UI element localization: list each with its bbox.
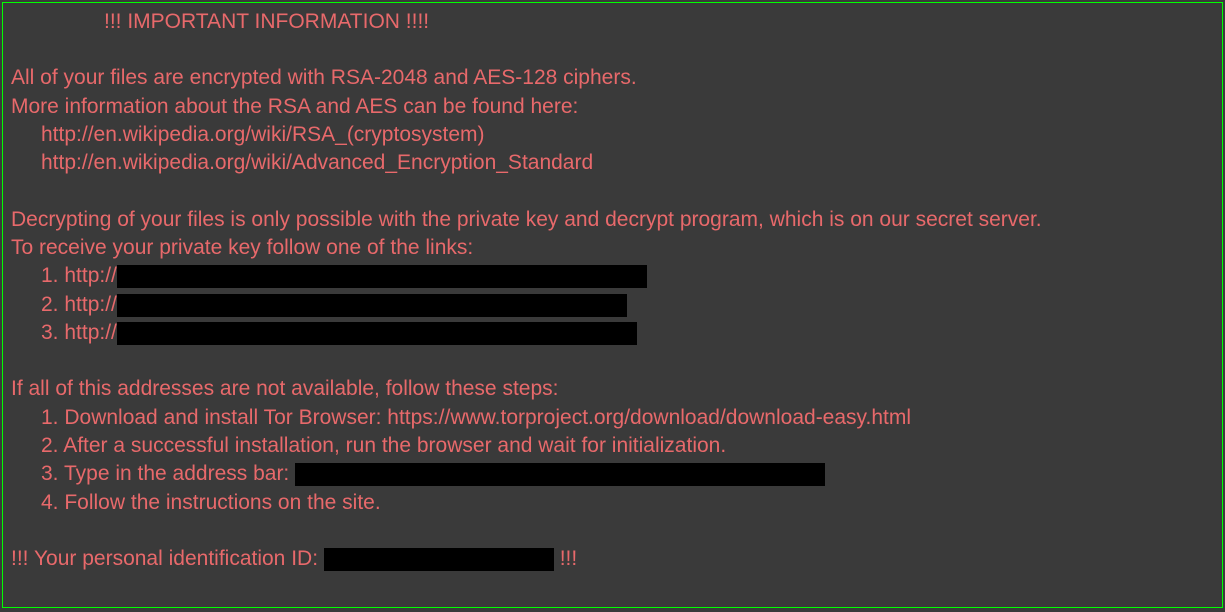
step-2: 2. After a successful installation, run … bbox=[41, 432, 1214, 460]
step-4: 4. Follow the instructions on the site. bbox=[41, 489, 1214, 517]
id-suffix: !!! bbox=[554, 547, 577, 570]
blank-line bbox=[11, 36, 1214, 64]
line-decrypt-info: Decrypting of your files is only possibl… bbox=[11, 206, 1214, 234]
redacted-id bbox=[324, 548, 554, 571]
line-receive-key: To receive your private key follow one o… bbox=[11, 234, 1214, 262]
blank-line bbox=[11, 517, 1214, 545]
link2-prefix: 2. http:// bbox=[41, 293, 117, 316]
ransom-note-frame: !!! IMPORTANT INFORMATION !!!! All of yo… bbox=[2, 2, 1223, 608]
redacted-url-3 bbox=[117, 322, 637, 345]
redacted-url-1 bbox=[117, 265, 647, 288]
redacted-url-2 bbox=[117, 294, 627, 317]
link1-prefix: 1. http:// bbox=[41, 264, 117, 287]
link3-prefix: 3. http:// bbox=[41, 321, 117, 344]
link-aes[interactable]: http://en.wikipedia.org/wiki/Advanced_En… bbox=[41, 149, 1214, 177]
redacted-tor-address bbox=[295, 463, 825, 486]
line-more-info: More information about the RSA and AES c… bbox=[11, 93, 1214, 121]
private-key-link-2[interactable]: 2. http:// bbox=[41, 291, 1214, 319]
id-prefix: !!! Your personal identification ID: bbox=[11, 547, 324, 570]
step-1: 1. Download and install Tor Browser: htt… bbox=[41, 404, 1214, 432]
personal-id-line: !!! Your personal identification ID: !!! bbox=[11, 545, 1214, 573]
line-unavailable: If all of this addresses are not availab… bbox=[11, 375, 1214, 403]
step-3: 3. Type in the address bar: bbox=[41, 460, 1214, 488]
private-key-link-1[interactable]: 1. http:// bbox=[41, 262, 1214, 290]
step3-prefix: 3. Type in the address bar: bbox=[41, 462, 295, 485]
private-key-link-3[interactable]: 3. http:// bbox=[41, 319, 1214, 347]
link-rsa[interactable]: http://en.wikipedia.org/wiki/RSA_(crypto… bbox=[41, 121, 1214, 149]
note-header: !!! IMPORTANT INFORMATION !!!! bbox=[104, 8, 1214, 36]
blank-line bbox=[11, 178, 1214, 206]
blank-line bbox=[11, 347, 1214, 375]
line-encrypted: All of your files are encrypted with RSA… bbox=[11, 64, 1214, 92]
